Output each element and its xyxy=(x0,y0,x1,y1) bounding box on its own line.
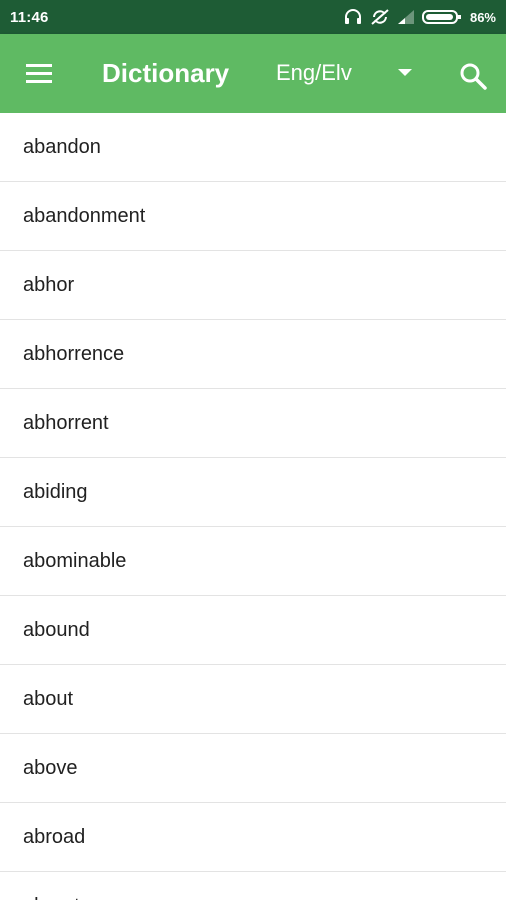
word-list-item[interactable]: abhorrent xyxy=(0,389,506,458)
word-list-item[interactable]: abiding xyxy=(0,458,506,527)
menu-button[interactable] xyxy=(24,61,56,87)
status-bar: 11:46 86% xyxy=(0,0,506,34)
dropdown-caret-icon xyxy=(398,69,412,76)
language-dropdown[interactable]: Eng/Elv xyxy=(276,56,412,90)
word-list-item[interactable]: abroad xyxy=(0,803,506,872)
battery-icon xyxy=(421,9,462,25)
hamburger-menu-icon xyxy=(26,64,52,83)
word-list-item[interactable]: about xyxy=(0,665,506,734)
word-list-item[interactable]: abhorrence xyxy=(0,320,506,389)
status-time: 11:46 xyxy=(10,8,49,26)
word-list-item[interactable]: abound xyxy=(0,596,506,665)
status-icons: 86% xyxy=(344,9,496,25)
signal-icon xyxy=(397,10,414,24)
sync-off-icon xyxy=(370,9,390,25)
word-list-item[interactable]: abandonment xyxy=(0,182,506,251)
search-button[interactable] xyxy=(458,61,488,91)
battery-percent: 86% xyxy=(469,9,496,25)
language-label: Eng/Elv xyxy=(276,60,352,85)
word-list-item[interactable]: abominable xyxy=(0,527,506,596)
search-icon xyxy=(460,63,487,90)
word-list: abandon abandonment abhor abhorrence abhorre… xyxy=(0,113,506,900)
word-list-item[interactable]: above xyxy=(0,734,506,803)
word-list-item[interactable]: abrupt xyxy=(0,872,506,900)
app-bar: Dictionary Eng/Elv xyxy=(0,34,506,113)
app-title: Dictionary xyxy=(102,58,230,88)
word-list-item[interactable]: abhor xyxy=(0,251,506,320)
headphones-icon xyxy=(344,9,362,25)
word-list-item[interactable]: abandon xyxy=(0,113,506,182)
